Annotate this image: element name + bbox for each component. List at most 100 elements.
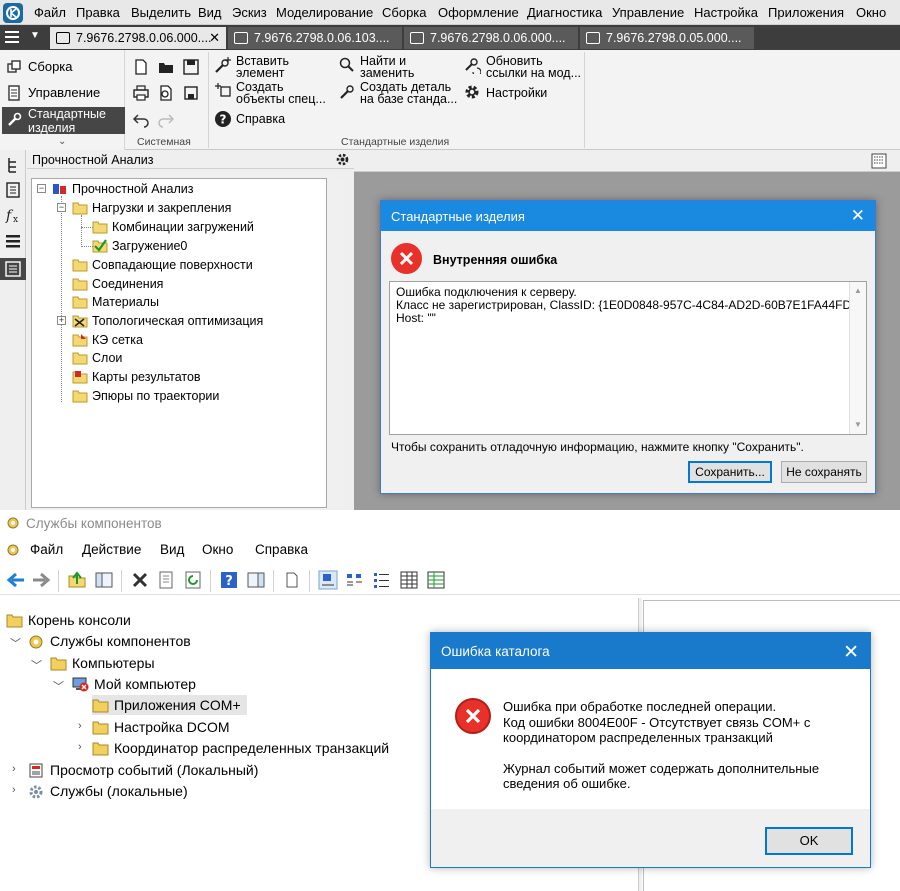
menu-management[interactable]: Управление — [612, 5, 684, 20]
forward-arrow-icon[interactable] — [31, 570, 51, 590]
kompas-logo-icon[interactable] — [3, 3, 23, 23]
menu-action[interactable]: Действие — [82, 542, 141, 557]
menu-select[interactable]: Выделить — [131, 5, 191, 20]
tree-component-services[interactable]: Службы компонентов — [28, 631, 191, 651]
create-objects-button[interactable]: Создать объекты спец... — [236, 81, 326, 106]
tree-computers[interactable]: Компьютеры — [50, 653, 155, 673]
analysis-panel-icon[interactable] — [0, 258, 26, 280]
save-button[interactable]: Сохранить... — [688, 461, 772, 483]
nav-management[interactable]: Управление — [2, 80, 125, 106]
refresh-icon[interactable] — [183, 570, 203, 590]
back-arrow-icon[interactable] — [6, 570, 26, 590]
action-pane-icon[interactable] — [246, 570, 266, 590]
grid-view-icon[interactable] — [870, 152, 888, 170]
open-folder-icon[interactable] — [157, 58, 175, 76]
chevron-down-icon[interactable]: ﹀ — [31, 657, 42, 673]
tree-trajectory[interactable]: Эпюры по траектории — [72, 387, 219, 405]
tree-layers[interactable]: Слои — [72, 349, 122, 367]
redo-icon[interactable] — [157, 110, 175, 128]
chevron-right-icon[interactable]: › — [12, 784, 16, 796]
scroll-up-icon[interactable]: ▲ — [854, 284, 862, 297]
insert-element-button[interactable]: Вставить элемент — [236, 55, 289, 80]
chevron-down-icon[interactable]: ﹀ — [10, 635, 21, 651]
new-file-icon[interactable] — [132, 58, 150, 76]
nav-assembly[interactable]: Сборка — [2, 54, 125, 80]
save-all-icon[interactable] — [182, 84, 200, 102]
menu-settings[interactable]: Настройка — [694, 5, 758, 20]
function-icon[interactable]: fx — [4, 206, 22, 224]
collapse-box-icon[interactable]: − — [57, 203, 66, 212]
new-item-icon[interactable] — [282, 570, 302, 590]
system-menu-icon[interactable] — [5, 542, 21, 558]
close-icon[interactable]: ✕ — [843, 641, 859, 664]
details-view-icon[interactable] — [399, 570, 419, 590]
menu-diagnostics[interactable]: Диагностика — [527, 5, 602, 20]
menu-assembly[interactable]: Сборка — [382, 5, 427, 20]
collapse-chevron-icon[interactable]: ⌄ — [58, 136, 66, 147]
tree-connections[interactable]: Соединения — [72, 275, 163, 293]
find-replace-button[interactable]: Найти и заменить — [360, 55, 414, 80]
error-details-textbox[interactable]: Ошибка подключения к серверу. Класс не з… — [389, 281, 867, 435]
list-view-icon[interactable] — [372, 570, 392, 590]
menu-view[interactable]: Вид — [198, 5, 222, 20]
collapse-box-icon[interactable]: − — [37, 184, 46, 193]
delete-icon[interactable] — [130, 570, 150, 590]
menu-file[interactable]: Файл — [34, 5, 66, 20]
up-folder-icon[interactable] — [67, 570, 87, 590]
tree-root[interactable]: Прочностной Анализ — [52, 180, 193, 198]
properties-icon[interactable] — [4, 181, 22, 199]
tree-my-computer[interactable]: Мой компьютер — [72, 674, 196, 694]
tree-result-maps[interactable]: Карты результатов — [72, 368, 201, 386]
tabs-dropdown-icon[interactable]: ▼ — [30, 30, 40, 41]
hamburger-icon[interactable] — [3, 29, 21, 45]
doc-tab-4[interactable]: 7.9676.2798.0.05.000.... — [580, 27, 754, 49]
tree-topology[interactable]: Топологическая оптимизация — [72, 312, 263, 330]
menu-sketch[interactable]: Эскиз — [232, 5, 267, 20]
tree-load0[interactable]: Загружение0 — [92, 237, 187, 255]
small-icons-icon[interactable] — [345, 570, 365, 590]
close-icon[interactable]: ✕ — [851, 206, 865, 226]
menu-edit[interactable]: Правка — [76, 5, 120, 20]
chevron-right-icon[interactable]: › — [78, 741, 82, 753]
tree-view-icon[interactable] — [4, 156, 22, 174]
tree-surfaces[interactable]: Совпадающие поверхности — [72, 256, 253, 274]
doc-tab-3[interactable]: 7.9676.2798.0.06.000.... — [404, 27, 578, 49]
tree-event-viewer[interactable]: Просмотр событий (Локальный) — [28, 760, 258, 780]
message-scrollbar[interactable]: ▲ ▼ — [849, 282, 866, 434]
export-list-icon[interactable] — [426, 570, 446, 590]
doc-tab-2[interactable]: 7.9676.2798.0.06.103.... — [228, 27, 402, 49]
undo-icon[interactable] — [132, 110, 150, 128]
tree-local-services[interactable]: Службы (локальные) — [28, 781, 188, 801]
large-icons-icon[interactable] — [318, 570, 338, 590]
tree-console-root[interactable]: Корень консоли — [6, 610, 131, 630]
doc-tab-1[interactable]: 7.9676.2798.0.06.000.... ✕ — [50, 27, 226, 49]
gear-icon[interactable] — [335, 152, 350, 167]
chevron-right-icon[interactable]: › — [12, 763, 16, 775]
tree-dcom-config[interactable]: Настройка DCOM — [92, 717, 230, 737]
create-part-button[interactable]: Создать деталь на базе станда... — [360, 81, 457, 106]
settings-button[interactable]: Настройки — [486, 87, 547, 100]
menu-help[interactable]: Справка — [255, 542, 308, 557]
menu-modeling[interactable]: Моделирование — [276, 5, 373, 20]
print-icon[interactable] — [132, 84, 150, 102]
ok-button[interactable]: OK — [765, 827, 853, 855]
tree-dtc[interactable]: Координатор распределенных транзакций — [92, 738, 389, 758]
menu-drafting[interactable]: Оформление — [438, 5, 519, 20]
close-icon[interactable]: ✕ — [209, 30, 220, 46]
scroll-down-icon[interactable]: ▼ — [854, 418, 862, 431]
update-links-button[interactable]: Обновить ссылки на мод... — [486, 55, 581, 80]
tree-materials[interactable]: Материалы — [72, 293, 159, 311]
chevron-right-icon[interactable]: › — [78, 720, 82, 732]
tree-scrollbar[interactable] — [329, 178, 345, 508]
menu-applications[interactable]: Приложения — [768, 5, 844, 20]
list-icon[interactable] — [4, 232, 22, 250]
nav-standard-parts[interactable]: Стандартные изделия — [2, 107, 125, 135]
tree-combos[interactable]: Комбинации загружений — [92, 218, 254, 236]
chevron-down-icon[interactable]: ﹀ — [53, 678, 64, 694]
show-hide-tree-icon[interactable] — [94, 570, 114, 590]
tree-mesh[interactable]: КЭ сетка — [72, 331, 143, 349]
save-icon[interactable] — [182, 58, 200, 76]
help-icon[interactable]: ? — [219, 570, 239, 590]
menu-view[interactable]: Вид — [160, 542, 184, 557]
menu-window[interactable]: Окно — [202, 542, 233, 557]
